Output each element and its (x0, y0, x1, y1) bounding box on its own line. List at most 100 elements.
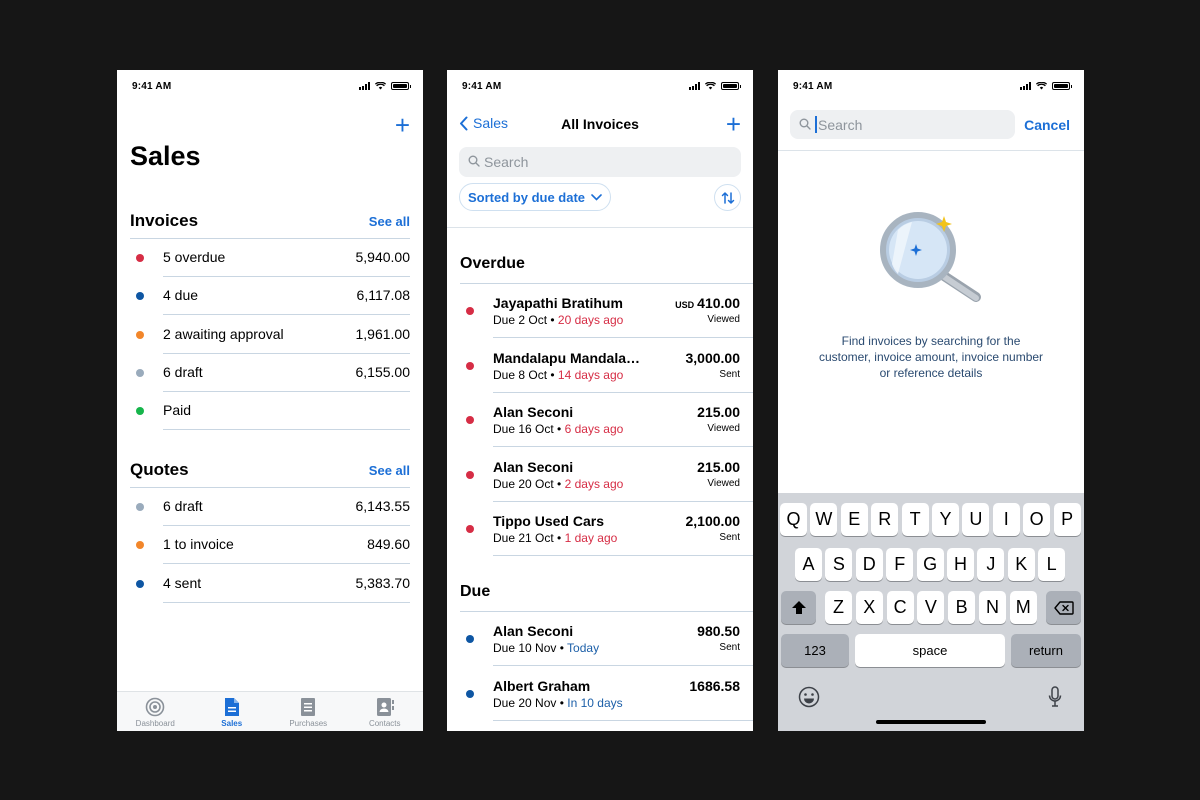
sort-dropdown[interactable]: Sorted by due date (459, 183, 612, 211)
status-dot (466, 635, 474, 643)
key-y[interactable]: Y (932, 503, 959, 536)
key-b[interactable]: B (948, 591, 976, 624)
emoji-icon[interactable] (798, 686, 820, 713)
summary-row[interactable]: 1 to invoice 849.60 (117, 526, 423, 565)
microphone-icon[interactable] (1048, 686, 1062, 713)
divider (163, 429, 410, 431)
key-q[interactable]: Q (780, 503, 807, 536)
tab-bar: Dashboard Sales Purchases Contacts (117, 691, 423, 731)
summary-row[interactable]: 4 sent 5,383.70 (117, 565, 423, 603)
summary-row[interactable]: 4 due 6,117.08 (117, 277, 423, 316)
invoices-section-header: Invoices See all (130, 211, 410, 235)
sort-direction-button[interactable] (714, 184, 741, 211)
summary-row[interactable]: Paid (117, 392, 423, 431)
quotes-see-all-link[interactable]: See all (369, 463, 410, 478)
summary-label: 1 to invoice (163, 536, 234, 553)
search-input[interactable]: Search (459, 147, 741, 177)
tab-contacts[interactable]: Contacts (347, 692, 424, 731)
summary-label: 4 due (163, 287, 199, 304)
cancel-button[interactable]: Cancel (1024, 117, 1070, 133)
key-s[interactable]: S (825, 548, 853, 581)
key-v[interactable]: V (917, 591, 945, 624)
wifi-icon (1036, 82, 1047, 90)
currency-code: USD (675, 300, 695, 310)
contacts-icon (375, 697, 395, 717)
invoice-row[interactable]: Alan Seconi Due 16 Oct • 6 days ago 215.00… (447, 393, 753, 448)
amount-value: 3,000.00 (685, 349, 741, 366)
key-l[interactable]: L (1038, 548, 1066, 581)
tab-sales[interactable]: Sales (194, 692, 271, 731)
customer-name: Mandalapu Mandalapu (493, 349, 643, 366)
invoice-status: Viewed (707, 314, 740, 325)
invoice-amount: 3,000.00 (686, 350, 741, 366)
return-key[interactable]: return (1011, 634, 1081, 667)
tab-purchases[interactable]: Purchases (270, 692, 347, 731)
key-n[interactable]: N (979, 591, 1006, 624)
summary-value: 6,143.55 (355, 498, 411, 514)
key-p[interactable]: P (1053, 503, 1081, 536)
key-f[interactable]: F (886, 548, 914, 581)
search-icon (468, 155, 480, 167)
key-i[interactable]: I (992, 503, 1020, 536)
tab-dashboard[interactable]: Dashboard (117, 692, 194, 731)
key-r[interactable]: R (871, 503, 899, 536)
key-m[interactable]: M (1009, 591, 1037, 624)
search-screen: 9:41 AM Search Cancel Find invoices by s… (778, 70, 1084, 731)
status-dot (136, 503, 144, 511)
invoice-row[interactable]: Albert Graham Due 20 Nov • In 10 days 1686… (447, 667, 753, 721)
key-o[interactable]: O (1023, 503, 1051, 536)
summary-label: 6 draft (163, 498, 203, 514)
sort-arrows-icon (721, 191, 734, 204)
summary-row[interactable]: 6 draft 6,143.55 (117, 488, 423, 526)
relative-due: 20 days ago (557, 313, 624, 327)
status-dot (136, 368, 144, 377)
key-a[interactable]: A (795, 548, 822, 581)
key-k[interactable]: K (1007, 548, 1035, 581)
key-c[interactable]: C (886, 591, 914, 624)
receipt-icon (298, 697, 318, 717)
shift-key[interactable] (781, 591, 816, 624)
status-time: 9:41 AM (132, 81, 172, 92)
add-invoice-button[interactable]: + (726, 111, 741, 137)
due-date: Due 8 Oct (493, 367, 548, 382)
customer-name: Jayapathi Bratihum (493, 295, 623, 311)
due-info: Due 21 Oct • 1 day ago (493, 531, 617, 545)
invoice-row[interactable]: Alan Seconi Due 20 Oct • 2 days ago 215.00… (447, 448, 753, 502)
summary-label: 4 sent (163, 574, 202, 591)
invoice-amount: 1686.58 (689, 678, 740, 694)
invoice-status: Sent (719, 532, 740, 544)
space-key[interactable]: space (855, 634, 1005, 667)
due-date: Due 2 Oct (493, 313, 548, 327)
status-dot (136, 579, 144, 588)
summary-row[interactable]: 5 overdue 5,940.00 (117, 239, 423, 277)
backspace-key[interactable] (1046, 591, 1081, 624)
add-button[interactable]: + (395, 112, 410, 138)
search-input[interactable]: Search (790, 110, 1015, 139)
bullet-separator: • (557, 531, 562, 546)
key-t[interactable]: T (901, 503, 929, 536)
status-dot (136, 541, 144, 550)
invoices-see-all-link[interactable]: See all (369, 214, 410, 229)
key-d[interactable]: D (855, 548, 883, 581)
status-dot (466, 361, 474, 370)
key-j[interactable]: J (977, 548, 1005, 581)
key-u[interactable]: U (962, 503, 990, 536)
due-info: Due 8 Oct • 14 days ago (493, 368, 623, 382)
key-z[interactable]: Z (825, 591, 852, 624)
key-x[interactable]: X (855, 591, 883, 624)
amount-value: 1686.58 (689, 677, 740, 694)
summary-row[interactable]: 6 draft 6,155.00 (117, 354, 423, 392)
key-g[interactable]: G (916, 548, 944, 581)
invoice-row[interactable]: Mandalapu Mandalapu Due 8 Oct • 14 days a… (447, 339, 753, 393)
amount-value: 215.00 (697, 404, 740, 421)
summary-row[interactable]: 2 awaiting approval 1,961.00 (117, 316, 423, 354)
invoice-row[interactable]: Alan Seconi Due 10 Nov • Today 980.50 Sent (447, 612, 753, 666)
invoice-row[interactable]: Jayapathi Bratihum Due 2 Oct • 20 days ag… (447, 284, 753, 338)
summary-label: 6 draft (163, 363, 203, 380)
numbers-key[interactable]: 123 (781, 634, 849, 667)
invoice-row[interactable]: Tippo Used Cars Due 21 Oct • 1 day ago 2,1… (447, 502, 753, 557)
key-w[interactable]: W (810, 503, 838, 536)
key-e[interactable]: E (840, 503, 868, 536)
key-h[interactable]: H (947, 548, 974, 581)
relative-due: 14 days ago (557, 367, 624, 382)
